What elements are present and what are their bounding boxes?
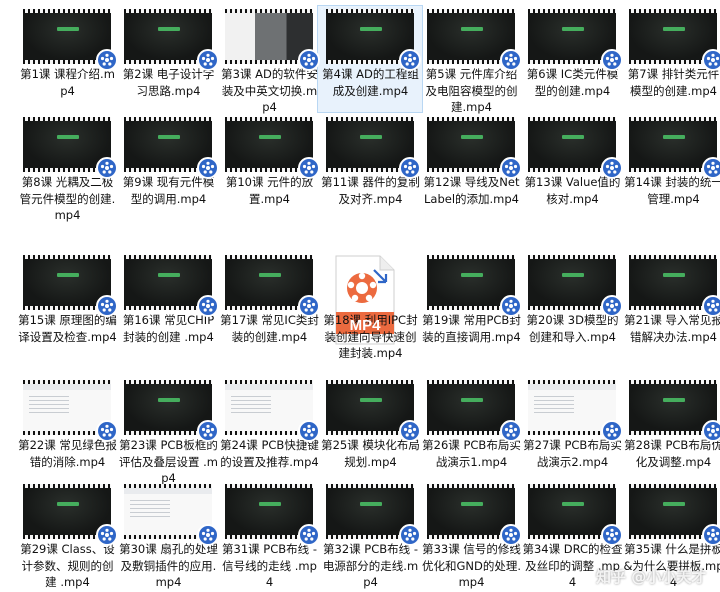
video-player-icon [399,524,421,546]
file-name-label: 第3课 AD的软件安装及中英文切换.mp4 [221,67,318,114]
video-player-icon [197,524,219,546]
video-player-icon [702,295,720,317]
file-name-label: 第27课 PCB布局实战演示2.mp4 [523,438,622,469]
video-player-icon [601,49,623,71]
video-player-icon [500,295,522,317]
file-name-label: 第9课 现有元件模型的调用.mp4 [122,175,215,206]
video-player-icon [96,524,118,546]
file-name-label: 第4课 AD的工程组成及创建.mp4 [322,67,419,98]
file-name-label: 第12课 导线及NetLabel的添加.mp4 [423,175,520,206]
file-grid: 第1课 课程介绍.mp4 第2课 电子设计学习思路.mp4 第3课 AD的软件安装及… [0,0,720,592]
video-player-icon [500,524,522,546]
file-name-label: 第11课 器件的复制及对齐.mp4 [321,175,420,206]
video-player-icon [500,49,522,71]
file-name-label: 第14课 封装的统一管理.mp4 [624,175,720,206]
video-player-icon [298,157,320,179]
file-name-label: 第19课 常用PCB封装的直接调用.mp4 [422,313,521,344]
video-player-icon [500,157,522,179]
video-player-icon [500,420,522,442]
video-player-icon [298,524,320,546]
file-name-label: 第5课 元件库介绍及电阻容模型的创建.mp4 [425,67,518,114]
file-name-label: 第29课 Class、设计参数、规则的创建 .mp4 [20,542,115,589]
video-player-icon [197,295,219,317]
video-player-icon [298,49,320,71]
file-name-label: 第21课 导入常见报错解决办法.mp4 [624,313,720,344]
video-player-icon [96,295,118,317]
file-name-label: 第7课 排针类元件模型的创建.mp4 [627,67,720,98]
file-name-label: 第20课 3D模型的创建和导入.mp4 [526,313,619,344]
video-player-icon [601,524,623,546]
mp4-icon-text: MP4 [349,317,381,334]
file-name-label: 第10课 元件的放置.mp4 [225,175,314,206]
file-name-label: 第22课 常见绿色报错的消除.mp4 [18,438,117,469]
file-name-label: 第28课 PCB布局优化及调整.mp4 [624,438,720,469]
video-player-icon [399,420,421,442]
file-name-label: 第25课 模块化布局规划.mp4 [321,438,420,469]
file-name-label: 第8课 光耦及二极管元件模型的创建.mp4 [19,175,116,222]
file-name-label: 第30课 扇孔的处理及敷铜插件的应用.mp4 [119,542,218,589]
file-name-label: 第23课 PCB板框的评估及叠层设置 .mp4 [118,438,218,485]
file-name-label: 第32课 PCB布线 - 电源部分的走线.mp4 [322,542,419,589]
file-name-label: 第16课 常见CHIP封装的创建 .mp4 [122,313,215,344]
file-name-label: 第33课 信号的修线优化和GND的处理.mp4 [421,542,522,589]
video-player-icon [601,157,623,179]
file-name-label: 第1课 课程介绍.mp4 [20,67,115,98]
file-name-label: 第6课 IC类元件模型的创建.mp4 [526,67,619,98]
video-player-icon [601,420,623,442]
file-name-label: 第15课 原理图的编译设置及检查.mp4 [18,313,117,344]
video-player-icon [197,49,219,71]
file-name-label: 第26课 PCB布局实战演示1.mp4 [422,438,521,469]
file-name-label: 第17课 常见IC类封装的创建.mp4 [220,313,319,344]
file-name-label: 第24课 PCB快捷键的设置及推荐.mp4 [220,438,319,469]
video-player-icon [702,49,720,71]
video-player-icon [96,49,118,71]
watermark: 知乎 @小小天才 [596,568,707,586]
file-name-label: 第31课 PCB布线 - 信号线的走线 .mp4 [222,542,317,589]
file-name-label: 第13课 Value值的核对.mp4 [524,175,621,206]
video-player-icon [197,420,219,442]
video-player-icon [298,420,320,442]
video-player-icon [96,157,118,179]
video-player-icon [298,295,320,317]
file-name-label: 第2课 电子设计学习思路.mp4 [122,67,215,98]
video-player-icon [601,295,623,317]
video-player-icon [399,157,421,179]
video-player-icon [702,157,720,179]
video-player-icon [702,524,720,546]
video-player-icon [96,420,118,442]
video-player-icon [702,420,720,442]
video-player-icon [197,157,219,179]
video-player-icon [399,49,421,71]
